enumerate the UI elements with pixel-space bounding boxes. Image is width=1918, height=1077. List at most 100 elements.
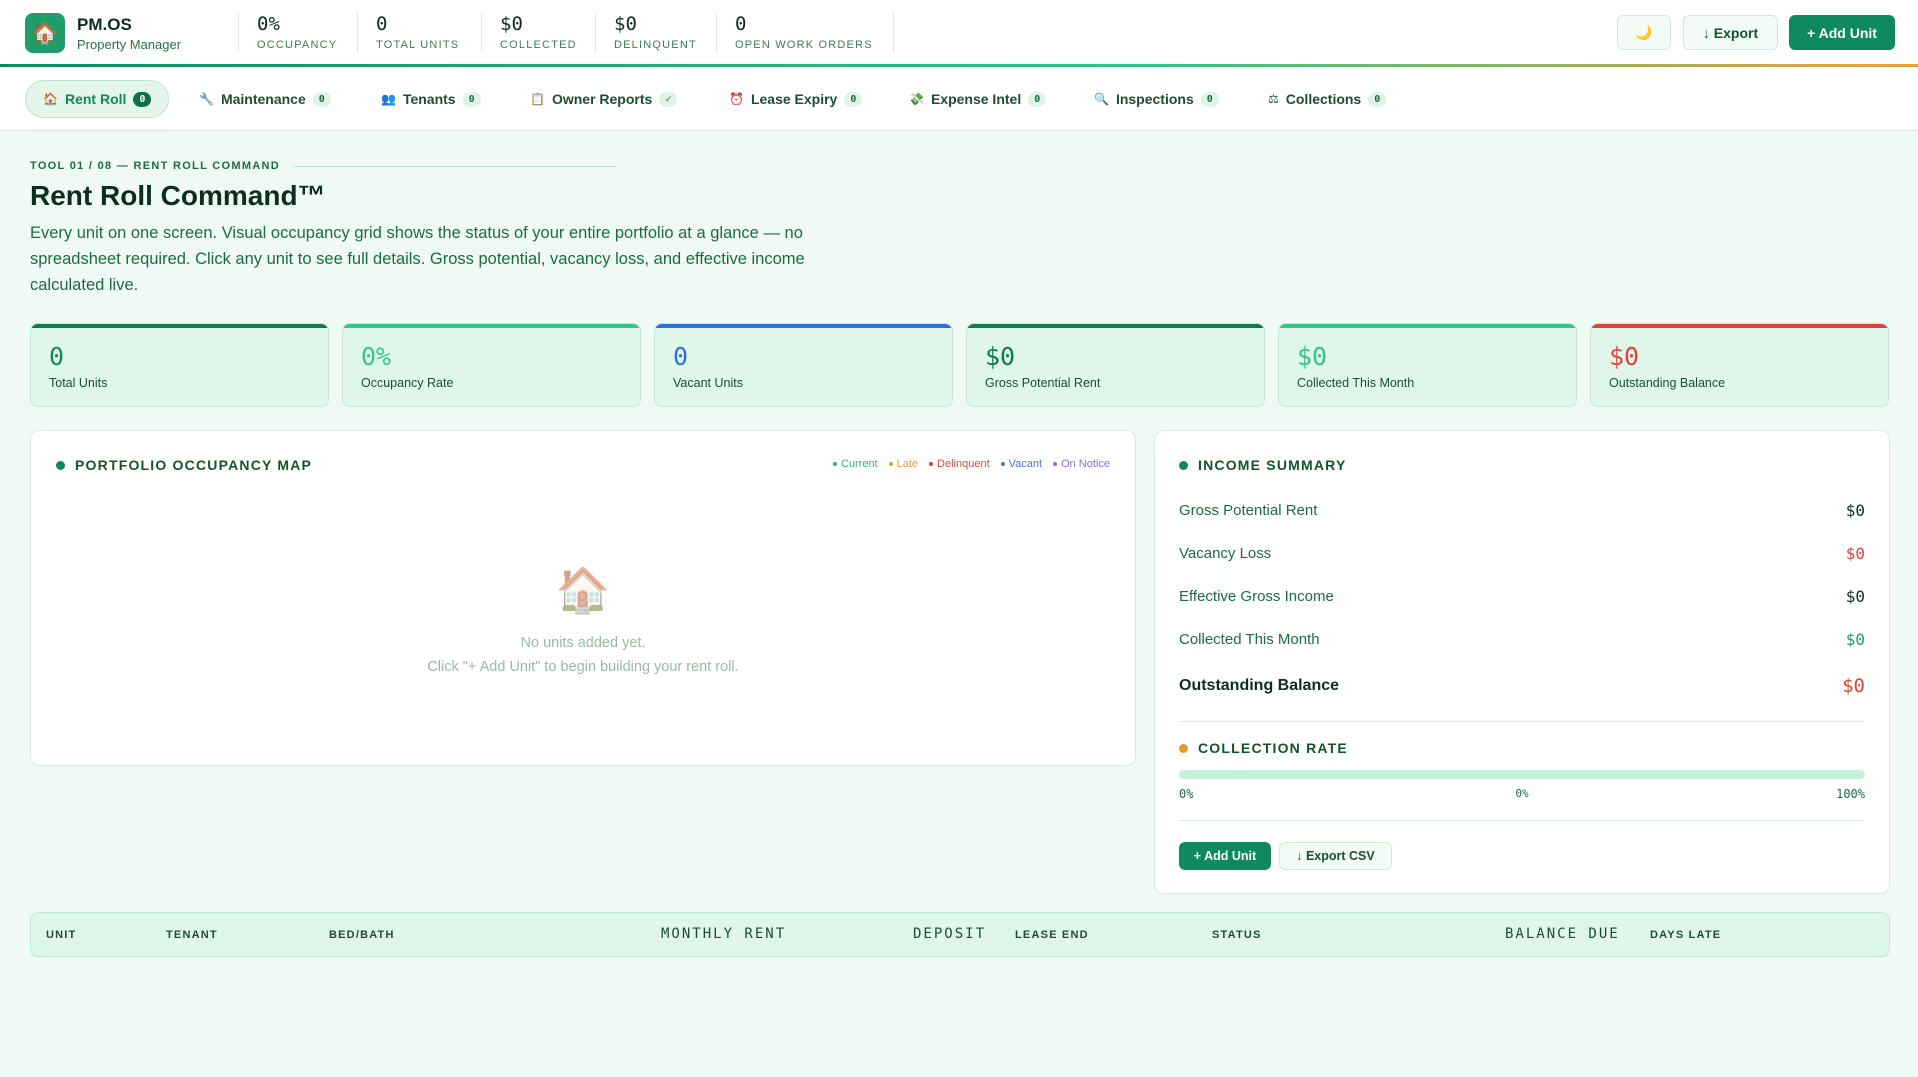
tab-maintenance[interactable]: 🔧 Maintenance 0 xyxy=(199,80,331,118)
status-dot xyxy=(1179,460,1188,470)
stat-label: OCCUPANCY xyxy=(257,39,338,51)
tab-label: Rent Roll xyxy=(64,91,127,107)
tool-eyebrow: TOOL 01 / 08 — RENT ROLL COMMAND xyxy=(30,160,281,172)
kpi-value: 0 xyxy=(49,342,65,371)
kpi-label: Outstanding Balance xyxy=(1609,376,1726,390)
column-header-tenant[interactable]: TENANT xyxy=(166,929,218,941)
column-header-bed-bath[interactable]: BED/BATH xyxy=(329,929,395,941)
wrench-icon: 🔧 xyxy=(199,92,214,106)
legend-delinquent: Delinquent xyxy=(929,458,990,470)
kpi-label: Collected This Month xyxy=(1297,376,1415,390)
income-label: Outstanding Balance xyxy=(1179,677,1340,694)
income-value: $0 xyxy=(1845,587,1865,606)
header-stat-total-units: 0 TOTAL UNITS xyxy=(357,13,459,53)
tab-rent-roll[interactable]: 🏠 Rent Roll 0 xyxy=(25,80,170,118)
empty-house-icon: 🏠 xyxy=(555,566,611,615)
legend-current: Current xyxy=(833,458,878,470)
tab-tenants[interactable]: 👥 Tenants 0 xyxy=(381,80,481,118)
income-label: Effective Gross Income xyxy=(1179,588,1334,605)
stat-label: TOTAL UNITS xyxy=(376,39,460,51)
kpi-value: 0 xyxy=(673,342,689,371)
legend-vacant: Vacant xyxy=(1001,458,1042,470)
kpi-accent-bar xyxy=(1279,324,1576,328)
column-header-balance-due[interactable]: BALANCE DUE xyxy=(1505,926,1620,942)
stat-value: 0 xyxy=(735,13,747,35)
tab-count-badge: 0 xyxy=(462,91,481,107)
tab-collections[interactable]: ⚖ Collections 0 xyxy=(1268,80,1387,118)
alarm-clock-icon: ⏰ xyxy=(729,92,744,106)
kpi-accent-bar xyxy=(967,324,1264,328)
stat-label: COLLECTED xyxy=(500,39,577,51)
kpi-vacant-units: 0 Vacant Units xyxy=(654,323,953,407)
income-value: $0 xyxy=(1845,630,1865,649)
kpi-gross-potential-rent: $0 Gross Potential Rent xyxy=(966,323,1265,407)
progress-current-label: 0% xyxy=(1515,787,1529,800)
people-icon: 👥 xyxy=(381,92,396,106)
kpi-collected-this-month: $0 Collected This Month xyxy=(1278,323,1577,407)
kpi-value: 0% xyxy=(361,342,392,371)
tool-tabs: 🏠 Rent Roll 0 🔧 Maintenance 0 👥 Tenants … xyxy=(0,67,1918,131)
column-header-lease-end[interactable]: LEASE END xyxy=(1015,929,1089,941)
panel-title-text: COLLECTION RATE xyxy=(1198,740,1348,756)
income-summary-panel: INCOME SUMMARY Gross Potential Rent $0 V… xyxy=(1154,430,1890,894)
brand: PM.OS Property Manager xyxy=(77,15,181,52)
column-header-status[interactable]: STATUS xyxy=(1212,929,1262,941)
tab-lease-expiry[interactable]: ⏰ Lease Expiry 0 xyxy=(729,80,863,118)
occupancy-map-panel: PORTFOLIO OCCUPANCY MAP Current Late Del… xyxy=(30,430,1136,766)
clipboard-icon: 📋 xyxy=(530,92,545,106)
column-header-monthly-rent[interactable]: MONTHLY RENT xyxy=(661,926,786,942)
column-header-days-late[interactable]: DAYS LATE xyxy=(1650,929,1721,941)
add-unit-button[interactable]: + Add Unit xyxy=(1789,15,1895,50)
rent-roll-table-header: UNIT TENANT BED/BATH MONTHLY RENT DEPOSI… xyxy=(30,912,1890,957)
tab-expense-intel[interactable]: 💸 Expense Intel 0 xyxy=(909,80,1047,118)
tab-count-badge: 0 xyxy=(1028,91,1047,107)
kpi-label: Occupancy Rate xyxy=(361,376,454,390)
income-row-vacancy-loss: Vacancy Loss $0 xyxy=(1179,544,1865,563)
income-value: $0 xyxy=(1845,544,1865,563)
panel-title-text: PORTFOLIO OCCUPANCY MAP xyxy=(75,457,313,473)
tab-inspections[interactable]: 🔍 Inspections 0 xyxy=(1094,80,1219,118)
income-row-gross-potential-rent: Gross Potential Rent $0 xyxy=(1179,501,1865,520)
theme-toggle-button[interactable]: 🌙 xyxy=(1617,15,1671,50)
top-bar: 🏠 PM.OS Property Manager 0% OCCUPANCY 0 … xyxy=(0,0,1918,64)
tab-label: Maintenance xyxy=(220,91,306,107)
house-icon: 🏠 xyxy=(43,92,58,106)
occupancy-map-title: PORTFOLIO OCCUPANCY MAP xyxy=(56,457,312,473)
progress-min-label: 0% xyxy=(1179,787,1194,801)
page-description: Every unit on one screen. Visual occupan… xyxy=(30,224,805,294)
column-header-deposit[interactable]: DEPOSIT xyxy=(913,926,986,942)
status-dot xyxy=(56,460,65,470)
tab-count-badge: 0 xyxy=(844,91,863,107)
income-label: Gross Potential Rent xyxy=(1179,502,1318,519)
tab-owner-reports[interactable]: 📋 Owner Reports ✓ xyxy=(530,80,678,118)
stat-label: DELINQUENT xyxy=(614,39,697,51)
kpi-accent-bar xyxy=(31,324,328,328)
income-label: Collected This Month xyxy=(1179,631,1320,648)
kpi-label: Gross Potential Rent xyxy=(985,376,1101,390)
status-dot xyxy=(1179,743,1188,753)
page-title: Rent Roll Command™ xyxy=(30,180,326,211)
stat-value: $0 xyxy=(614,13,637,35)
export-csv-button[interactable]: ↓ Export CSV xyxy=(1279,842,1392,870)
add-unit-small-button[interactable]: + Add Unit xyxy=(1179,842,1271,870)
header-stat-delinquent: $0 DELINQUENT xyxy=(595,13,697,53)
kpi-accent-bar xyxy=(1591,324,1888,328)
logo-house-icon: 🏠 xyxy=(25,13,65,53)
tab-count-badge: 0 xyxy=(1200,91,1219,107)
kpi-label: Vacant Units xyxy=(673,376,743,390)
empty-state-title: No units added yet. xyxy=(520,635,646,651)
empty-state-hint: Click "+ Add Unit" to begin building you… xyxy=(427,659,739,675)
tab-label: Owner Reports xyxy=(551,91,653,107)
app-name: PM.OS xyxy=(77,15,132,34)
moon-icon: 🌙 xyxy=(1635,24,1653,40)
export-button[interactable]: ↓ Export xyxy=(1683,15,1778,50)
panel-title-text: INCOME SUMMARY xyxy=(1198,457,1347,473)
income-row-outstanding-balance: Outstanding Balance $0 xyxy=(1179,675,1865,697)
tab-check-badge: ✓ xyxy=(659,91,678,107)
tab-label: Tenants xyxy=(402,91,456,107)
magnifier-icon: 🔍 xyxy=(1094,92,1109,106)
kpi-value: $0 xyxy=(1297,342,1328,371)
kpi-accent-bar xyxy=(343,324,640,328)
column-header-unit[interactable]: UNIT xyxy=(46,929,76,941)
kpi-total-units: 0 Total Units xyxy=(30,323,329,407)
